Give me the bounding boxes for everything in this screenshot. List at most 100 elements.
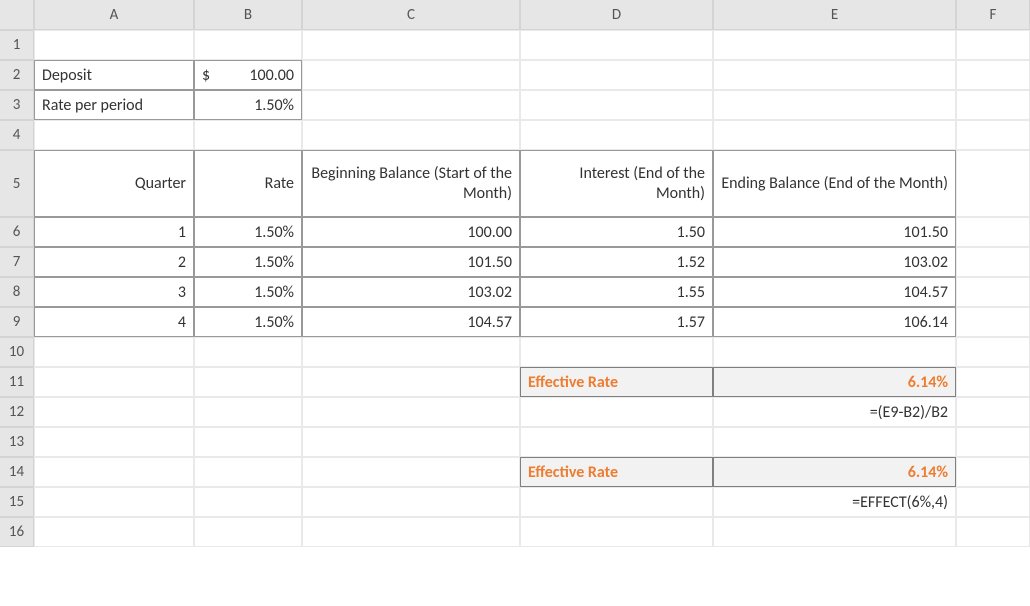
cell-F12[interactable] — [956, 397, 1030, 427]
cell-D6[interactable]: 1.50 — [520, 217, 713, 247]
cell-F5[interactable] — [956, 150, 1030, 217]
cell-F7[interactable] — [956, 247, 1030, 277]
effective-rate-label-2[interactable]: Effective Rate — [520, 457, 713, 487]
cell-C14[interactable] — [302, 457, 520, 487]
cell-B4[interactable] — [194, 120, 302, 150]
cell-C4[interactable] — [302, 120, 520, 150]
column-header-B[interactable]: B — [194, 0, 302, 30]
cell-E2[interactable] — [713, 60, 956, 90]
cell-C15[interactable] — [302, 487, 520, 517]
cell-D5[interactable]: Interest (End of the Month) — [520, 150, 713, 217]
cell-B12[interactable] — [194, 397, 302, 427]
cell-B1[interactable] — [194, 30, 302, 60]
cell-B6[interactable]: 1.50% — [194, 217, 302, 247]
row-header-14[interactable]: 14 — [0, 457, 34, 487]
cell-F4[interactable] — [956, 120, 1030, 150]
row-header-15[interactable]: 15 — [0, 487, 34, 517]
cell-A8[interactable]: 3 — [34, 277, 194, 307]
cell-A15[interactable] — [34, 487, 194, 517]
column-header-A[interactable]: A — [34, 0, 194, 30]
cell-E3[interactable] — [713, 90, 956, 120]
row-header-6[interactable]: 6 — [0, 217, 34, 247]
row-header-10[interactable]: 10 — [0, 337, 34, 367]
cell-C3[interactable] — [302, 90, 520, 120]
cell-A10[interactable] — [34, 337, 194, 367]
cell-D1[interactable] — [520, 30, 713, 60]
cell-D8[interactable]: 1.55 — [520, 277, 713, 307]
cell-A11[interactable] — [34, 367, 194, 397]
cell-D15[interactable] — [520, 487, 713, 517]
cell-F3[interactable] — [956, 90, 1030, 120]
cell-A12[interactable] — [34, 397, 194, 427]
cell-F1[interactable] — [956, 30, 1030, 60]
cell-C11[interactable] — [302, 367, 520, 397]
cell-A3[interactable]: Rate per period — [34, 90, 194, 120]
formula-text-1[interactable]: =(E9-B2)/B2 — [713, 397, 956, 427]
cell-B14[interactable] — [194, 457, 302, 487]
column-header-F[interactable]: F — [956, 0, 1030, 30]
cell-D13[interactable] — [520, 427, 713, 457]
cell-C13[interactable] — [302, 427, 520, 457]
column-header-E[interactable]: E — [713, 0, 956, 30]
cell-B11[interactable] — [194, 367, 302, 397]
cell-A16[interactable] — [34, 517, 194, 547]
cell-F8[interactable] — [956, 277, 1030, 307]
cell-A6[interactable]: 1 — [34, 217, 194, 247]
cell-D16[interactable] — [520, 517, 713, 547]
cell-D3[interactable] — [520, 90, 713, 120]
cell-F14[interactable] — [956, 457, 1030, 487]
effective-rate-value-1[interactable]: 6.14% — [713, 367, 956, 397]
row-header-7[interactable]: 7 — [0, 247, 34, 277]
cell-D7[interactable]: 1.52 — [520, 247, 713, 277]
cell-B16[interactable] — [194, 517, 302, 547]
cell-A9[interactable]: 4 — [34, 307, 194, 337]
cell-A14[interactable] — [34, 457, 194, 487]
cell-A4[interactable] — [34, 120, 194, 150]
column-header-C[interactable]: C — [302, 0, 520, 30]
cell-E5[interactable]: Ending Balance (End of the Month) — [713, 150, 956, 217]
row-header-1[interactable]: 1 — [0, 30, 34, 60]
cell-B15[interactable] — [194, 487, 302, 517]
cell-A13[interactable] — [34, 427, 194, 457]
cell-D4[interactable] — [520, 120, 713, 150]
cell-E1[interactable] — [713, 30, 956, 60]
cell-D12[interactable] — [520, 397, 713, 427]
cell-C8[interactable]: 103.02 — [302, 277, 520, 307]
cell-B7[interactable]: 1.50% — [194, 247, 302, 277]
row-header-12[interactable]: 12 — [0, 397, 34, 427]
cell-A2[interactable]: Deposit — [34, 60, 194, 90]
cell-C12[interactable] — [302, 397, 520, 427]
cell-B2[interactable]: $100.00 — [194, 60, 302, 90]
cell-F6[interactable] — [956, 217, 1030, 247]
cell-C16[interactable] — [302, 517, 520, 547]
cell-E9[interactable]: 106.14 — [713, 307, 956, 337]
cell-C10[interactable] — [302, 337, 520, 367]
cell-B5[interactable]: Rate — [194, 150, 302, 217]
cell-E8[interactable]: 104.57 — [713, 277, 956, 307]
cell-B13[interactable] — [194, 427, 302, 457]
cell-E10[interactable] — [713, 337, 956, 367]
row-header-9[interactable]: 9 — [0, 307, 34, 337]
cell-C6[interactable]: 100.00 — [302, 217, 520, 247]
effective-rate-label-1[interactable]: Effective Rate — [520, 367, 713, 397]
cell-A5[interactable]: Quarter — [34, 150, 194, 217]
effective-rate-value-2[interactable]: 6.14% — [713, 457, 956, 487]
cell-C1[interactable] — [302, 30, 520, 60]
cell-B3[interactable]: 1.50% — [194, 90, 302, 120]
cell-F11[interactable] — [956, 367, 1030, 397]
cell-C9[interactable]: 104.57 — [302, 307, 520, 337]
row-header-16[interactable]: 16 — [0, 517, 34, 547]
select-all-corner[interactable] — [0, 0, 34, 30]
cell-F15[interactable] — [956, 487, 1030, 517]
row-header-11[interactable]: 11 — [0, 367, 34, 397]
cell-B8[interactable]: 1.50% — [194, 277, 302, 307]
cell-C5[interactable]: Beginning Balance (Start of the Month) — [302, 150, 520, 217]
formula-text-2[interactable]: =EFFECT(6%,4) — [713, 487, 956, 517]
row-header-8[interactable]: 8 — [0, 277, 34, 307]
cell-C7[interactable]: 101.50 — [302, 247, 520, 277]
cell-F13[interactable] — [956, 427, 1030, 457]
cell-B10[interactable] — [194, 337, 302, 367]
cell-B9[interactable]: 1.50% — [194, 307, 302, 337]
row-header-4[interactable]: 4 — [0, 120, 34, 150]
cell-F9[interactable] — [956, 307, 1030, 337]
